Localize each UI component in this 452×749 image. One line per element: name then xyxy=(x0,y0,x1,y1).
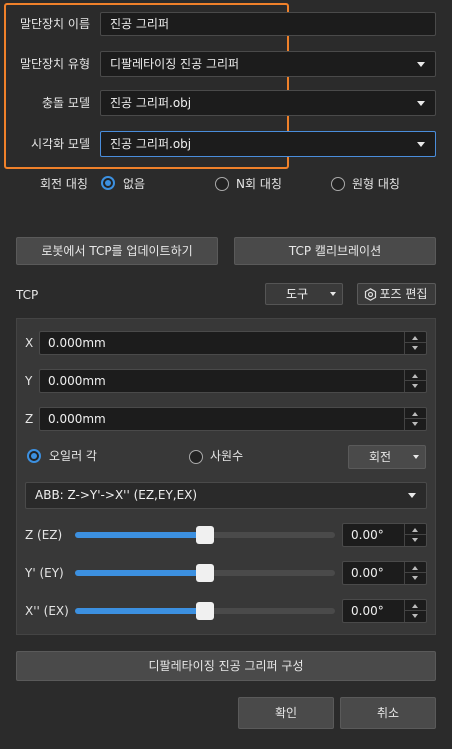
collision-model-select[interactable]: 진공 그리퍼.obj xyxy=(100,90,436,116)
collision-model-label: 충돌 모델 xyxy=(42,96,90,110)
increment-icon xyxy=(412,604,418,608)
slider-y-track[interactable] xyxy=(75,564,335,582)
end-effector-name-input[interactable]: 진공 그리퍼 xyxy=(100,12,436,36)
chevron-down-icon xyxy=(408,493,416,498)
rotation-select[interactable]: 회전 xyxy=(348,445,426,469)
x-value: 0.000mm xyxy=(48,336,106,350)
slider-z-input[interactable]: 0.00° xyxy=(342,523,427,547)
decrement-icon xyxy=(412,346,418,350)
visual-model-value: 진공 그리퍼.obj xyxy=(110,137,192,151)
symmetry-none-label: 없음 xyxy=(123,177,146,191)
x-input[interactable]: 0.000mm xyxy=(39,331,427,355)
increment-icon xyxy=(412,374,418,378)
slider-y-spinner[interactable] xyxy=(404,562,426,584)
symmetry-none-radio[interactable] xyxy=(101,176,115,190)
chevron-down-icon xyxy=(417,62,425,67)
slider-z-fill xyxy=(75,532,205,538)
tcp-calibration-button[interactable]: TCP 캘리브레이션 xyxy=(234,237,436,265)
configure-gripper-button[interactable]: 디팔레타이징 진공 그리퍼 구성 xyxy=(16,651,436,681)
slider-z-thumb[interactable] xyxy=(196,526,214,544)
slider-z-track[interactable] xyxy=(75,526,335,544)
symmetry-n-fold-label: N회 대칭 xyxy=(236,177,282,191)
slider-x-fill xyxy=(75,608,205,614)
euler-convention-value: ABB: Z->Y'->X'' (EZ,EY,EX) xyxy=(35,488,198,502)
end-effector-type-label: 말단장치 유형 xyxy=(19,57,90,71)
slider-x-thumb[interactable] xyxy=(196,602,214,620)
visual-model-label: 시각화 모델 xyxy=(30,137,90,151)
increment-icon xyxy=(412,528,418,532)
cancel-button[interactable]: 취소 xyxy=(340,697,436,729)
euler-convention-select[interactable]: ABB: Z->Y'->X'' (EZ,EY,EX) xyxy=(25,482,427,509)
slider-x-value: 0.00° xyxy=(351,604,384,618)
pose-edit-label: 포즈 편집 xyxy=(379,287,428,301)
update-tcp-from-robot-button[interactable]: 로봇에서 TCP를 업데이트하기 xyxy=(16,237,218,265)
quaternion-label: 사원수 xyxy=(210,449,244,463)
euler-angle-label: 오일러 각 xyxy=(49,449,97,463)
end-effector-type-value: 디팔레타이징 진공 그리퍼 xyxy=(110,57,240,71)
increment-icon xyxy=(412,412,418,416)
chevron-down-icon xyxy=(330,292,336,296)
visual-model-select[interactable]: 진공 그리퍼.obj xyxy=(100,131,436,157)
y-spinner[interactable] xyxy=(404,370,426,392)
slider-y-fill xyxy=(75,570,205,576)
settings-icon xyxy=(364,288,377,301)
slider-z-label: Z (EZ) xyxy=(25,528,63,542)
slider-x-track[interactable] xyxy=(75,602,335,620)
z-input[interactable]: 0.000mm xyxy=(39,407,427,431)
chevron-down-icon xyxy=(413,455,419,459)
increment-icon xyxy=(412,566,418,570)
increment-icon xyxy=(412,336,418,340)
end-effector-type-select[interactable]: 디팔레타이징 진공 그리퍼 xyxy=(100,51,436,77)
y-input[interactable]: 0.000mm xyxy=(39,369,427,393)
symmetry-n-fold-radio[interactable] xyxy=(215,177,229,191)
chevron-down-icon xyxy=(417,101,425,106)
decrement-icon xyxy=(412,384,418,388)
decrement-icon xyxy=(412,576,418,580)
tcp-frame-value: 도구 xyxy=(286,287,309,301)
slider-x-label: X'' (EX) xyxy=(25,604,69,618)
x-label: X xyxy=(25,336,34,350)
slider-y-thumb[interactable] xyxy=(196,564,214,582)
tcp-panel: X 0.000mm Y 0.000mm Z 0.000mm 오일러 각 사원수 … xyxy=(16,318,436,635)
slider-z-value: 0.00° xyxy=(351,528,384,542)
symmetry-circular-label: 원형 대칭 xyxy=(352,177,400,191)
rotation-value: 회전 xyxy=(369,450,392,464)
y-value: 0.000mm xyxy=(48,374,106,388)
pose-edit-button[interactable]: 포즈 편집 xyxy=(357,283,436,305)
slider-y-label: Y' (EY) xyxy=(25,566,64,580)
decrement-icon xyxy=(412,538,418,542)
slider-y-input[interactable]: 0.00° xyxy=(342,561,427,585)
quaternion-radio[interactable] xyxy=(189,450,203,464)
chevron-down-icon xyxy=(417,142,425,147)
decrement-icon xyxy=(412,614,418,618)
z-label: Z xyxy=(25,412,34,426)
slider-x-input[interactable]: 0.00° xyxy=(342,599,427,623)
tcp-frame-select[interactable]: 도구 xyxy=(265,283,343,305)
x-spinner[interactable] xyxy=(404,332,426,354)
slider-x-spinner[interactable] xyxy=(404,600,426,622)
collision-model-value: 진공 그리퍼.obj xyxy=(110,96,192,110)
z-spinner[interactable] xyxy=(404,408,426,430)
euler-angle-radio[interactable] xyxy=(27,449,41,463)
y-label: Y xyxy=(25,374,33,388)
ok-button[interactable]: 확인 xyxy=(238,697,334,729)
z-value: 0.000mm xyxy=(48,412,106,426)
tcp-label: TCP xyxy=(16,288,39,302)
slider-y-value: 0.00° xyxy=(351,566,384,580)
symmetry-circular-radio[interactable] xyxy=(331,177,345,191)
slider-z-spinner[interactable] xyxy=(404,524,426,546)
decrement-icon xyxy=(412,422,418,426)
end-effector-name-label: 말단장치 이름 xyxy=(19,17,90,31)
rotation-symmetry-label: 회전 대칭 xyxy=(40,177,88,191)
